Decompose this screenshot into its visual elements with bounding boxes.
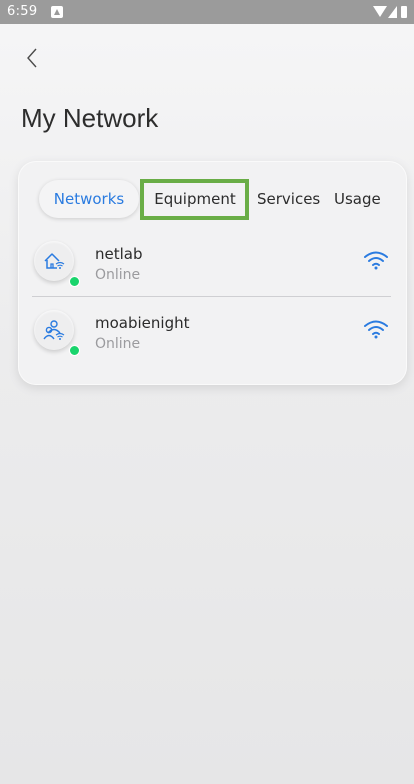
chevron-left-icon bbox=[27, 48, 37, 68]
tab-equipment[interactable]: Equipment bbox=[144, 180, 246, 218]
page-title: My Network bbox=[21, 103, 159, 133]
network-name: netlab bbox=[95, 245, 143, 263]
network-avatar bbox=[34, 310, 80, 356]
network-status: Online bbox=[95, 267, 141, 283]
signal-battery-icon bbox=[373, 6, 407, 18]
network-row-moabienight[interactable]: moabienight Online bbox=[32, 308, 392, 368]
users-wifi-icon bbox=[43, 320, 65, 340]
network-name: moabienight bbox=[95, 314, 190, 332]
back-button[interactable] bbox=[20, 42, 46, 74]
network-card: Networks Equipment Services Usage netlab… bbox=[18, 161, 407, 385]
tab-services[interactable]: Services bbox=[257, 180, 320, 218]
tab-usage[interactable]: Usage bbox=[334, 180, 381, 218]
network-avatar bbox=[34, 241, 80, 287]
status-icons bbox=[372, 5, 408, 19]
network-row-netlab[interactable]: netlab Online bbox=[32, 239, 392, 299]
status-time: 6:59 bbox=[7, 4, 38, 19]
network-status: Online bbox=[95, 336, 141, 352]
status-bar: 6:59 bbox=[0, 0, 414, 24]
row-divider bbox=[32, 296, 391, 297]
online-status-dot bbox=[69, 345, 80, 356]
online-status-dot bbox=[69, 276, 80, 287]
notification-icon bbox=[51, 6, 63, 18]
home-wifi-icon bbox=[44, 253, 65, 269]
tab-networks[interactable]: Networks bbox=[39, 180, 139, 218]
wifi-signal-icon bbox=[364, 251, 388, 270]
wifi-signal-icon bbox=[364, 320, 388, 339]
